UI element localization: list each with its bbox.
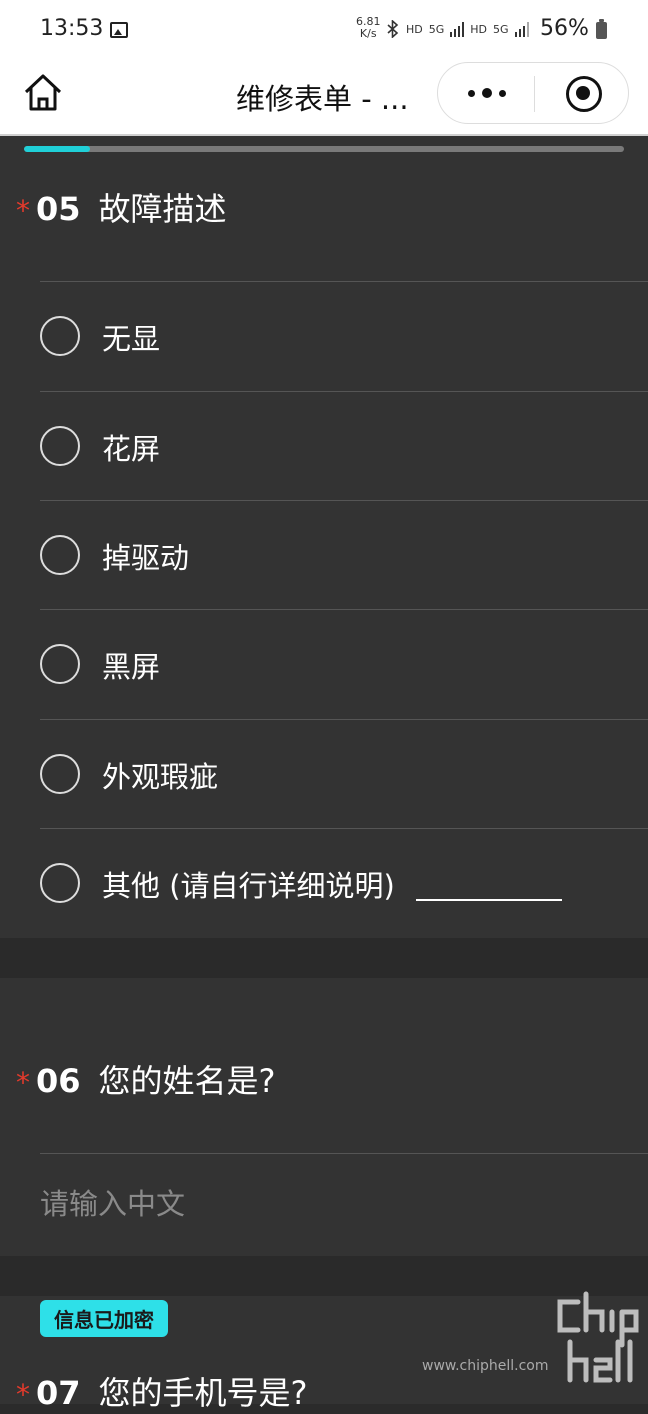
more-dot-icon (468, 90, 475, 97)
question-text: 您的手机号是? (98, 1374, 308, 1412)
option-label: 其他 (请自行详细说明) (102, 869, 395, 903)
chiphell-logo (557, 1291, 639, 1383)
option-label: 花屏 (102, 432, 161, 466)
option-huaping[interactable]: 花屏 (40, 391, 648, 500)
question-number: 07 (36, 1374, 81, 1412)
option-waiguan[interactable]: 外观瑕疵 (40, 719, 648, 828)
signal-icon-2 (514, 21, 529, 37)
home-button[interactable] (22, 72, 64, 114)
close-miniprogram-button[interactable] (566, 76, 602, 112)
hd-label-2: HD (470, 22, 488, 36)
watermark: www.chiphell.com (420, 1290, 640, 1390)
question-05-title: * 05 故障描述 (16, 184, 227, 230)
option-label: 黑屏 (102, 650, 161, 684)
network-speed-unit: K/s (359, 27, 377, 40)
radio-icon[interactable] (40, 754, 80, 794)
option-diaoqudong[interactable]: 掉驱动 (40, 500, 648, 609)
home-icon (24, 74, 62, 111)
form-progress-bar (24, 146, 624, 152)
required-star: * (16, 1066, 30, 1099)
option-label: 无显 (102, 322, 161, 356)
radio-icon[interactable] (40, 316, 80, 356)
question-text: 您的姓名是? (98, 1062, 276, 1100)
name-input-row (40, 1153, 648, 1257)
required-star: * (16, 1378, 30, 1411)
battery-icon (596, 19, 607, 39)
page-title: 维修表单 - ... (236, 82, 409, 116)
question-text: 故障描述 (98, 190, 227, 228)
nav-bar: 维修表单 - ... (0, 62, 648, 136)
radio-icon[interactable] (40, 426, 80, 466)
more-button[interactable] (458, 73, 518, 113)
radio-icon[interactable] (40, 644, 80, 684)
more-dot-icon (499, 90, 506, 97)
name-input[interactable] (40, 1184, 600, 1224)
required-star: * (16, 194, 30, 227)
bluetooth-icon (387, 20, 399, 38)
status-bar: 13:53 6.81 K/s HD 5G HD 5G 56% (0, 0, 648, 62)
more-dot-icon (482, 88, 492, 98)
hd-label: HD (406, 22, 423, 36)
mini-program-capsule (437, 62, 629, 124)
encrypted-badge: 信息已加密 (40, 1300, 168, 1337)
option-other[interactable]: 其他 (请自行详细说明) (40, 828, 648, 937)
question-06-section: * 06 您的姓名是? (0, 978, 648, 1256)
signal-icon (450, 21, 465, 37)
5g-label: 5G (428, 22, 445, 36)
capsule-divider (534, 76, 535, 112)
question-number: 06 (36, 1062, 81, 1100)
question-06-title: * 06 您的姓名是? (16, 1056, 276, 1102)
option-wuxian[interactable]: 无显 (40, 281, 648, 390)
radio-icon[interactable] (40, 863, 80, 903)
battery-percent: 56% (540, 16, 589, 41)
image-icon (110, 22, 128, 38)
5g-label-2: 5G (493, 22, 509, 36)
watermark-text: www.chiphell.com (422, 1358, 549, 1374)
status-icons: HD 5G HD 5G (386, 20, 529, 38)
option-label: 外观瑕疵 (102, 760, 219, 794)
section-gap (0, 938, 648, 978)
option-heiping[interactable]: 黑屏 (40, 609, 648, 718)
option-label: 掉驱动 (102, 541, 190, 575)
radio-icon[interactable] (40, 535, 80, 575)
form-progress-fill (24, 146, 90, 152)
question-07-title: * 07 您的手机号是? (16, 1368, 308, 1414)
other-detail-blank[interactable] (416, 899, 562, 901)
status-time: 13:53 (40, 16, 104, 41)
network-speed: 6.81 K/s (356, 16, 381, 40)
question-number: 05 (36, 190, 81, 228)
